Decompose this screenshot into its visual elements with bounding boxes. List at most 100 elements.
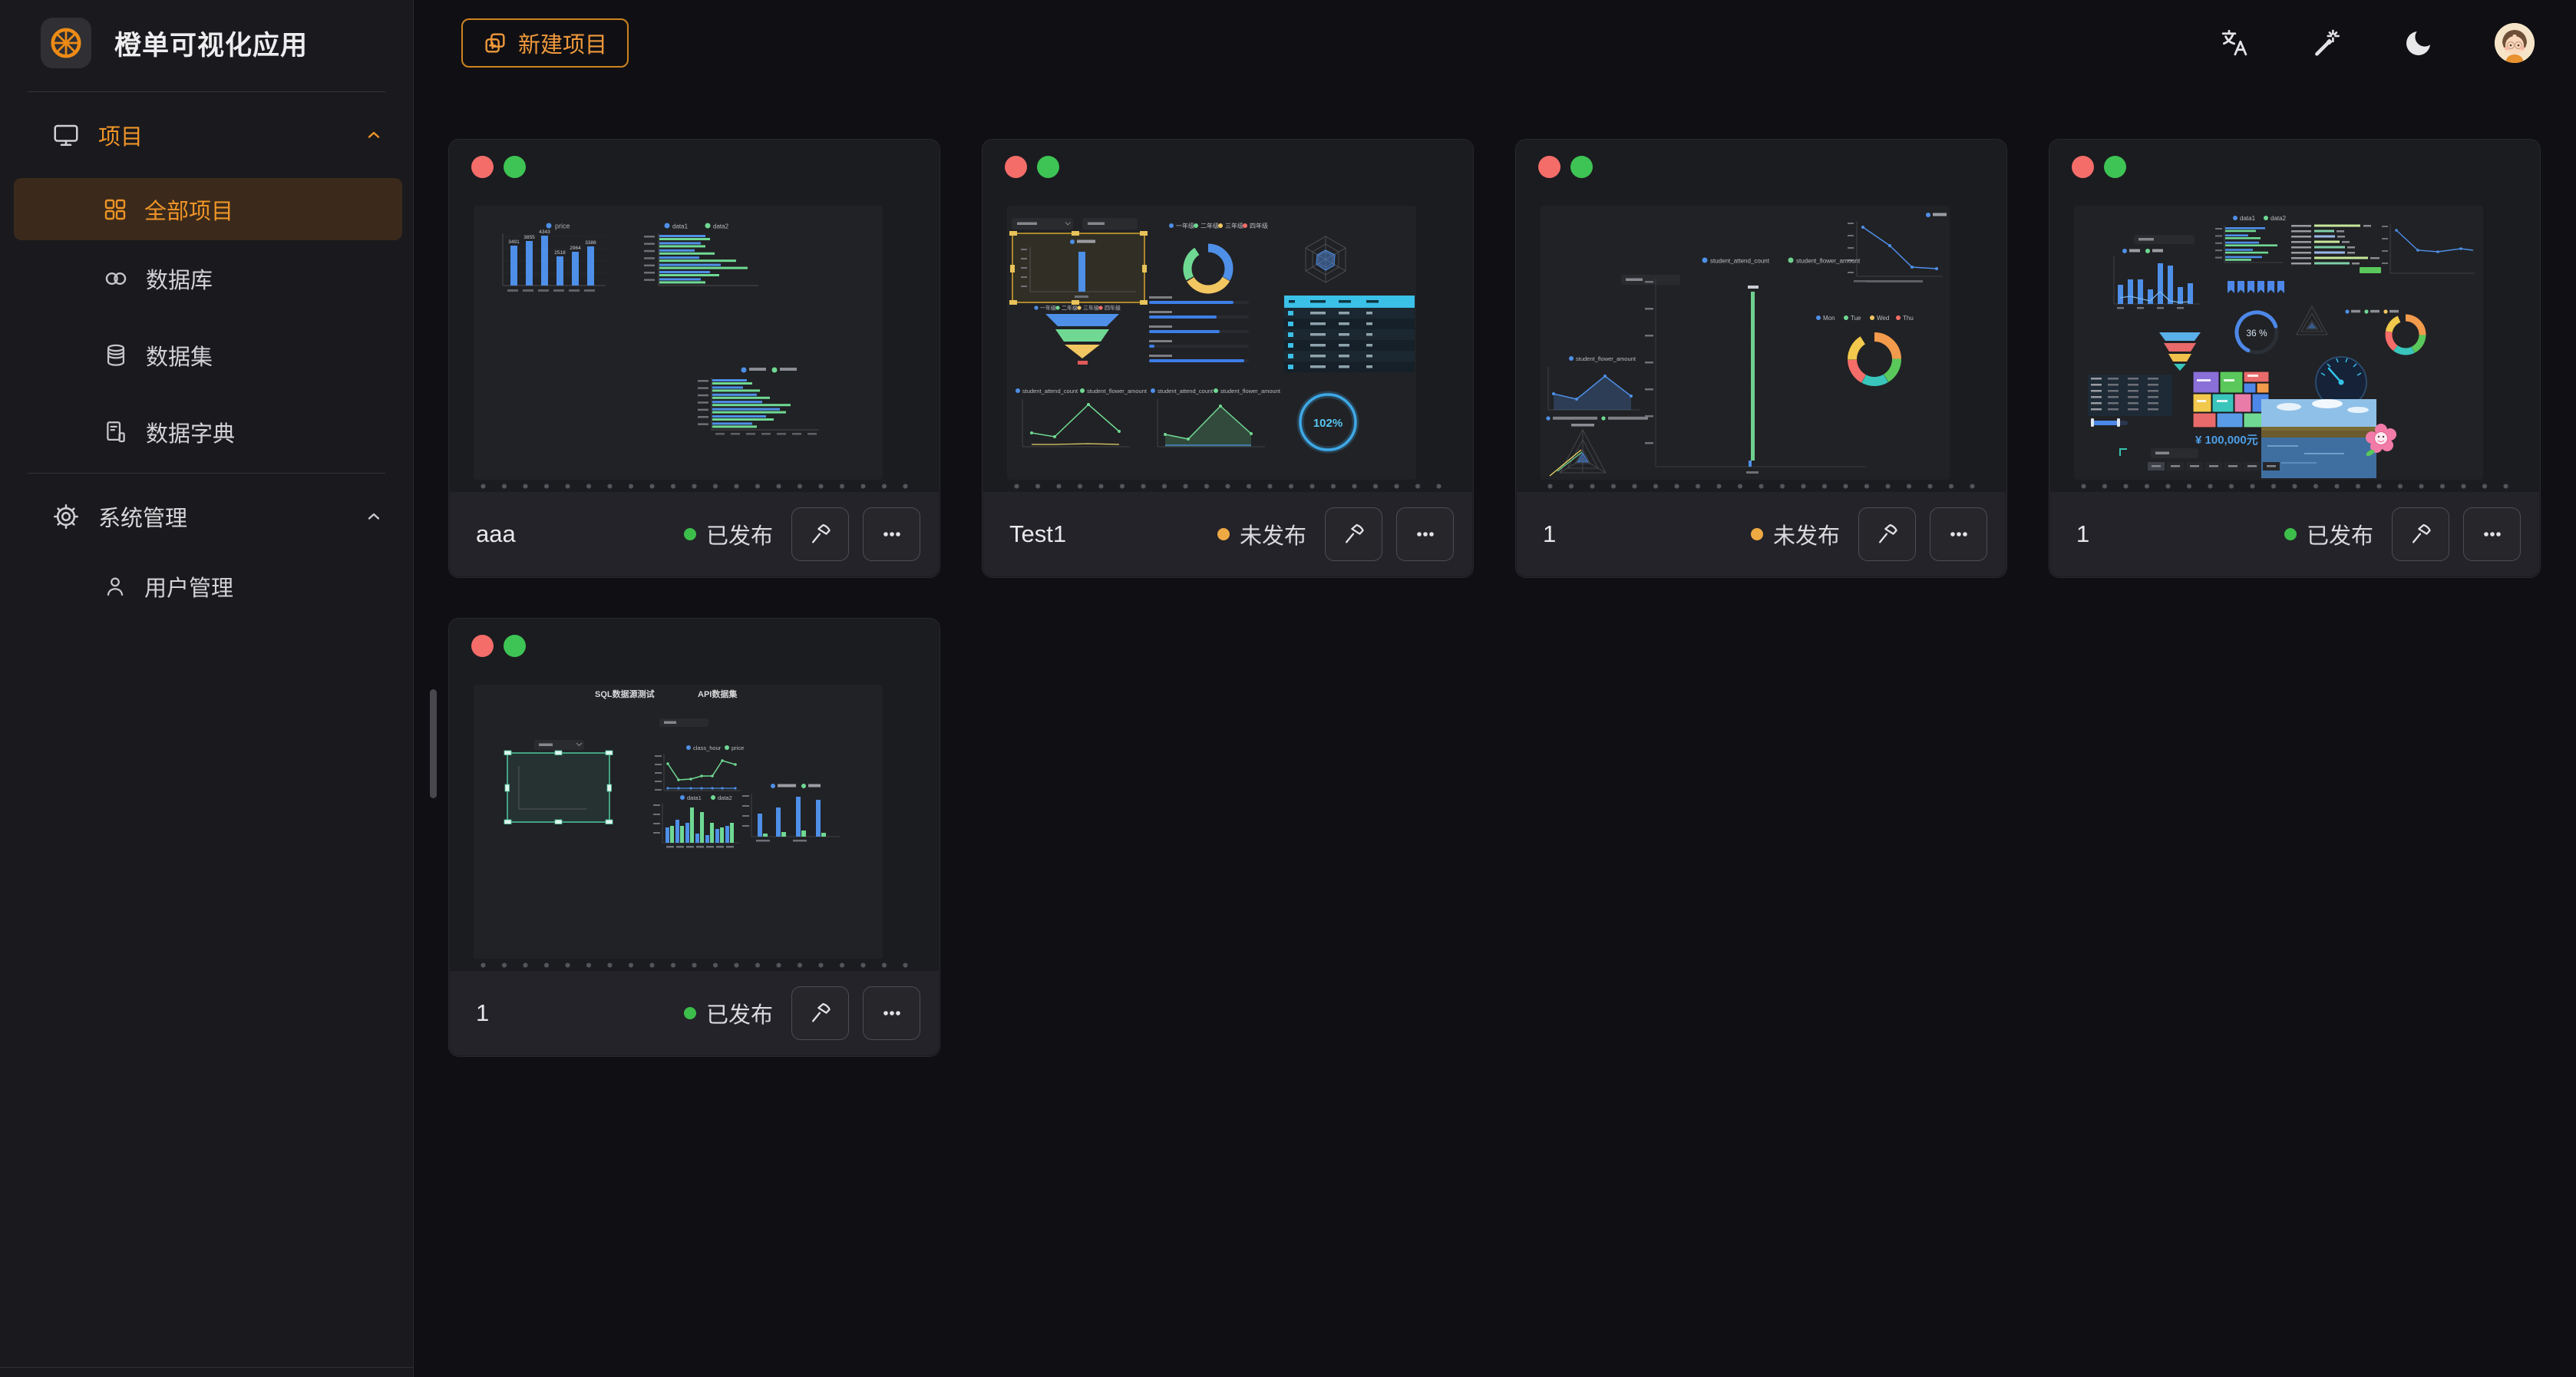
project-thumbnail[interactable]: SQL数据源测试 API数据集 class_hour price [474,685,883,959]
svg-text:data1: data1 [672,223,689,230]
magic-wand-icon[interactable] [2310,27,2343,59]
green-dot [2104,156,2126,178]
sidebar: 橙单可视化应用 项目 全部项目 [0,0,414,1377]
project-thumbnail[interactable]: student_attend_count student_flower_amou… [1541,206,1950,480]
ellipsis-icon [2480,522,2505,547]
topbar-actions [2218,23,2535,63]
more-actions-button[interactable] [2463,507,2521,561]
red-dot [2072,156,2094,178]
link-chain-icon [103,266,129,292]
sidebar-divider [28,91,385,92]
project-card[interactable]: SQL数据源测试 API数据集 class_hour price [448,618,940,1057]
database-cylinder-icon [103,342,129,368]
user-avatar[interactable] [2495,23,2535,63]
edit-project-button[interactable] [791,507,849,561]
project-thumbnail[interactable]: data1 data2 [2074,206,2483,480]
edit-project-button[interactable] [1325,507,1382,561]
svg-text:price: price [732,745,744,751]
svg-text:二年级: 二年级 [1062,305,1078,312]
ellipsis-icon [880,522,904,547]
app-window: 橙单可视化应用 项目 全部项目 [0,0,2576,1377]
svg-text:API数据集: API数据集 [698,688,738,699]
project-card[interactable]: 一年级 二年级 三年级 四年级 [982,139,1474,578]
chevron-up-icon [365,126,383,144]
svg-text:102%: 102% [1313,417,1342,430]
svg-text:student_attend_count: student_attend_count [1022,388,1078,395]
grid-icon [103,197,127,222]
sidebar-group-label: 系统管理 [98,500,187,533]
project-card[interactable]: price 34913855 43432518 29643386 data1 d… [448,139,940,578]
svg-text:3855: 3855 [523,235,535,240]
dashboard-preview: student_attend_count student_flower_amou… [1541,206,1950,480]
chevron-up-icon [365,507,383,526]
orange-wheel-icon [48,25,84,61]
sidebar-item-database[interactable]: 数据库 [14,247,402,309]
sidebar-item-user-management[interactable]: 用户管理 [14,555,402,617]
project-thumbnail[interactable]: price 34913855 43432518 29643386 data1 d… [474,206,883,480]
svg-text:Wed: Wed [1877,315,1889,322]
green-dot [1037,156,1059,178]
card-footer: 1 已发布 [450,971,939,1055]
sidebar-group-projects[interactable]: 项目 [0,104,414,166]
language-translate-icon[interactable] [2218,27,2251,59]
more-actions-button[interactable] [863,507,920,561]
sidebar-group-label: 项目 [98,119,143,151]
svg-text:2964: 2964 [570,246,581,251]
svg-text:Mon: Mon [1823,315,1835,322]
status-badge: 未发布 [1217,518,1306,550]
edit-project-button[interactable] [791,986,849,1040]
project-name: aaa [476,520,516,548]
content-scrollbar[interactable] [430,689,437,798]
dotted-separator [1542,484,1980,489]
dotted-separator [475,963,913,968]
project-card[interactable]: data1 data2 [2049,139,2541,578]
svg-text:36 %: 36 % [2246,328,2267,338]
topbar: 新建项目 [414,0,2576,86]
status-badge: 已发布 [684,518,773,550]
svg-text:三年级: 三年级 [1083,305,1099,312]
status-dot [1751,528,1763,540]
monitor-icon [52,121,80,149]
svg-text:data1: data1 [2240,215,2256,222]
svg-text:¥ 100,000元: ¥ 100,000元 [2195,434,2258,447]
sidebar-item-data-dictionary[interactable]: 数据字典 [14,401,402,463]
dashboard-preview: data1 data2 [2074,206,2483,480]
svg-text:4343: 4343 [539,230,550,235]
sidebar-item-all-projects[interactable]: 全部项目 [14,178,402,240]
project-thumbnail[interactable]: 一年级 二年级 三年级 四年级 [1007,206,1416,480]
moon-dark-mode-icon[interactable] [2403,27,2435,59]
status-badge: 未发布 [1751,518,1840,550]
edit-project-button[interactable] [2392,507,2449,561]
green-dot [504,635,526,657]
sidebar-item-label: 数据字典 [146,416,235,448]
more-actions-button[interactable] [1396,507,1454,561]
card-footer: 1 未发布 [1517,492,2006,576]
hammer-icon [808,1001,833,1025]
user-icon [103,574,127,599]
card-footer: Test1 未发布 [983,492,1472,576]
svg-text:student_flower_amount: student_flower_amount [1576,355,1636,362]
status-dot [684,1007,696,1019]
svg-text:四年级: 四年级 [1105,305,1121,312]
sidebar-group-system[interactable]: 系统管理 [0,486,414,547]
ellipsis-icon [1413,522,1438,547]
hammer-icon [2409,522,2433,547]
new-project-button[interactable]: 新建项目 [461,18,629,68]
svg-text:一年级: 一年级 [1176,222,1194,230]
app-logo-row: 橙单可视化应用 [41,18,308,68]
svg-text:SQL数据源测试: SQL数据源测试 [595,688,655,699]
gear-icon [52,503,80,530]
ellipsis-icon [880,1001,904,1025]
project-card[interactable]: student_attend_count student_flower_amou… [1515,139,2007,578]
svg-text:data2: data2 [713,223,729,230]
document-icon [103,419,129,445]
svg-text:student_flower_amount: student_flower_amount [1220,388,1281,395]
more-actions-button[interactable] [1930,507,1987,561]
ellipsis-icon [1947,522,1971,547]
more-actions-button[interactable] [863,986,920,1040]
edit-project-button[interactable] [1858,507,1916,561]
sidebar-item-dataset[interactable]: 数据集 [14,324,402,386]
svg-text:data2: data2 [2271,215,2287,222]
red-dot [1005,156,1027,178]
svg-text:一年级: 一年级 [1040,305,1056,312]
